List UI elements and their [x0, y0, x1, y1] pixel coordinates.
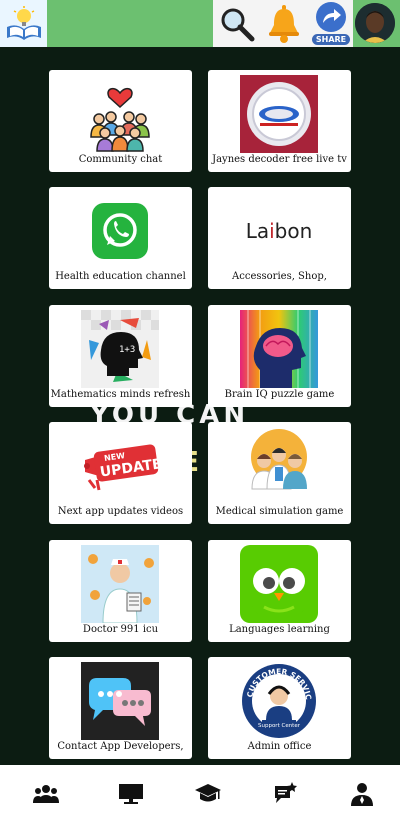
avatar[interactable]: [355, 3, 395, 43]
open-book-lightbulb-logo: [6, 5, 41, 40]
app-card-label: Contact App Developers,: [57, 741, 184, 752]
graduation-cap-icon: [195, 784, 221, 802]
bottom-navigation: [0, 765, 400, 824]
chat-bubbles-icon: [81, 662, 159, 740]
app-card[interactable]: Medical simulation game: [208, 422, 351, 524]
svg-text:Support Center: Support Center: [258, 723, 301, 729]
share-label: SHARE: [312, 34, 350, 45]
app-card[interactable]: 1+3 Mathematics minds refresh: [49, 305, 192, 407]
app-card-label: Mathematics minds refresh: [50, 389, 191, 400]
app-card[interactable]: Doctor 991 icu: [49, 540, 192, 642]
app-card-label: Medical simulation game: [215, 506, 344, 517]
nav-desktop-button[interactable]: [111, 779, 151, 809]
app-card[interactable]: Brain IQ puzzle game: [208, 305, 351, 407]
search-icon: [221, 8, 255, 41]
svg-text:1+3: 1+3: [119, 345, 135, 355]
decoder-logo: [240, 75, 318, 153]
nav-community-button[interactable]: [26, 779, 66, 809]
app-card-label: Next app updates videos: [57, 506, 184, 517]
customer-service-icon: CUSTOMER SERVICESupport Center: [240, 662, 318, 740]
app-logo[interactable]: [0, 0, 47, 47]
doctors-icon: [240, 427, 318, 505]
math-mind-icon: 1+3: [81, 310, 159, 388]
share-icon: [316, 2, 346, 32]
app-card-label: Jaynes decoder free live tv: [212, 154, 347, 165]
whatsapp-icon: [81, 192, 159, 270]
notifications-button[interactable]: [263, 0, 305, 47]
profile-photo: [355, 3, 395, 43]
app-card[interactable]: Contact App Developers,: [49, 657, 192, 759]
search-button[interactable]: [216, 0, 258, 47]
app-card[interactable]: Jaynes decoder free live tv: [208, 70, 351, 172]
app-card-label: Doctor 991 icu: [82, 624, 159, 635]
desktop-icon: [119, 784, 143, 804]
app-card-label: Languages learning: [229, 624, 330, 635]
labon-logo: Laibon: [240, 192, 318, 270]
app-card[interactable]: NEW UPDATE Next app updates videos: [49, 422, 192, 524]
owl-icon: [240, 545, 318, 623]
app-card-label: Brain IQ puzzle game: [224, 389, 335, 400]
app-card-label: Community chat: [78, 154, 163, 165]
app-card[interactable]: CUSTOMER SERVICESupport CenterAdmin offi…: [208, 657, 351, 759]
brain-icon: [240, 310, 318, 388]
bell-icon: [269, 4, 299, 43]
app-card[interactable]: Laibon Accessories, Shop,: [208, 187, 351, 289]
user-icon: [351, 783, 373, 806]
people-icon: [33, 785, 59, 803]
app-card[interactable]: Health education channel: [49, 187, 192, 289]
app-card-label: Accessories, Shop,: [232, 271, 327, 282]
nav-learning-button[interactable]: [188, 779, 228, 809]
nav-chat-button[interactable]: [265, 779, 305, 809]
community-group-icon: [81, 75, 159, 153]
app-card-label: Admin office: [247, 741, 312, 752]
app-card-label: Health education channel: [55, 271, 186, 282]
chat-star-icon: [275, 782, 297, 803]
nurse-icon: [81, 545, 159, 623]
update-megaphone-icon: NEW UPDATE: [81, 427, 159, 505]
app-card[interactable]: Languages learning: [208, 540, 351, 642]
app-card[interactable]: Community chat: [49, 70, 192, 172]
nav-profile-button[interactable]: [342, 779, 382, 809]
